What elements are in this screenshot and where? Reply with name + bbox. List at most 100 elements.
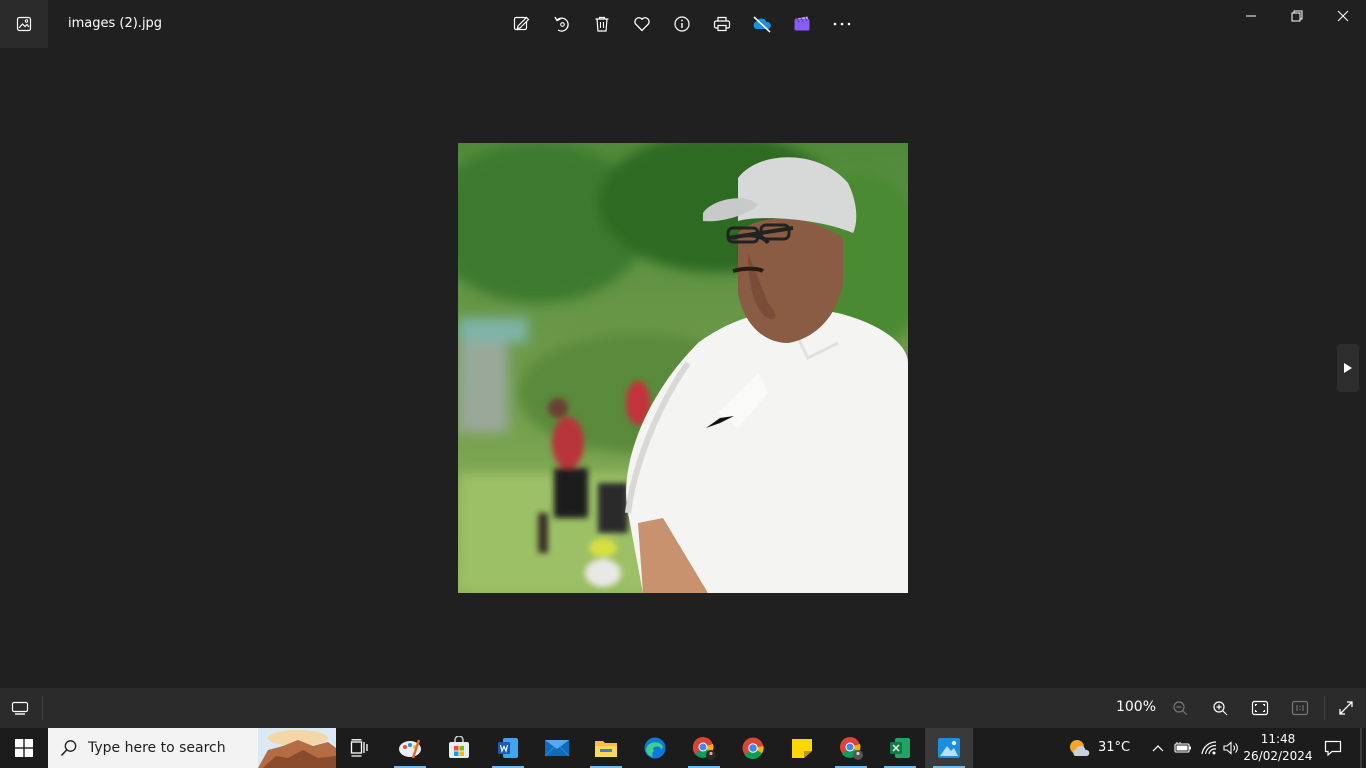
clock-date: 26/02/2024 — [1243, 749, 1313, 763]
photos-icon — [938, 738, 960, 758]
chevron-up-icon — [1152, 745, 1164, 752]
delete-button[interactable] — [582, 4, 622, 44]
play-right-icon — [1344, 363, 1352, 373]
folder-icon — [595, 741, 617, 757]
show-desktop-button[interactable] — [1360, 728, 1362, 768]
volume-button[interactable] — [1220, 728, 1242, 768]
zoom-level[interactable]: 100% — [1112, 699, 1160, 715]
print-button[interactable] — [702, 4, 742, 44]
zoom-in-icon — [1213, 701, 1228, 716]
clipchamp-icon — [794, 16, 810, 31]
search-icon — [60, 740, 77, 757]
taskbar-app-chrome-profile[interactable] — [680, 728, 728, 768]
minimize-button[interactable] — [1228, 0, 1274, 32]
actual-size-button[interactable] — [1280, 688, 1320, 728]
title-bar: images (2).jpg — [0, 0, 1366, 48]
clipchamp-button[interactable] — [782, 4, 822, 44]
edit-image-icon — [513, 16, 530, 31]
taskbar-app-chrome-profile-2[interactable] — [827, 728, 875, 768]
speaker-icon — [1223, 741, 1238, 755]
close-button[interactable] — [1320, 0, 1366, 32]
expand-icon — [1339, 701, 1353, 715]
mail-icon — [544, 740, 570, 757]
taskbar-app-excel[interactable] — [876, 728, 924, 768]
battery-charging-icon — [1174, 742, 1191, 753]
notifications-button[interactable] — [1318, 728, 1348, 768]
clock-time: 11:48 — [1260, 732, 1296, 746]
full-screen-button[interactable] — [1326, 688, 1366, 728]
taskbar-app-mail[interactable] — [533, 728, 581, 768]
close-icon — [1337, 10, 1349, 22]
show-hidden-icons-button[interactable] — [1148, 728, 1168, 768]
delete-icon — [595, 16, 609, 32]
chrome-icon — [742, 737, 764, 759]
taskbar-app-photos[interactable] — [925, 728, 973, 768]
next-image-button[interactable] — [1337, 344, 1359, 392]
taskbar-app-chrome[interactable] — [729, 728, 777, 768]
bottom-bar: 100% — [0, 688, 1366, 728]
info-button[interactable] — [662, 4, 702, 44]
taskbar-app-sticky-notes[interactable] — [778, 728, 826, 768]
word-icon — [498, 738, 518, 758]
photo-icon — [16, 16, 32, 32]
photo-image — [458, 143, 908, 593]
task-view-button[interactable] — [336, 728, 384, 768]
paint-icon — [399, 739, 421, 759]
rotate-button[interactable] — [542, 4, 582, 44]
restore-icon — [1291, 10, 1303, 22]
photos-app-window: images (2).jpg 100% — [0, 0, 1366, 728]
task-view-icon — [350, 739, 368, 757]
search-highlight-image — [258, 728, 336, 768]
filmstrip-icon — [11, 701, 29, 715]
onedrive-icon — [753, 16, 771, 33]
taskbar-app-microsoft-store[interactable] — [435, 728, 483, 768]
filmstrip-button[interactable] — [0, 688, 40, 728]
chrome-icon — [840, 737, 863, 760]
image-toolbar — [502, 4, 862, 44]
onedrive-button[interactable] — [742, 4, 782, 44]
zoom-out-icon — [1173, 701, 1188, 716]
window-controls — [1228, 0, 1366, 32]
zoom-in-button[interactable] — [1200, 688, 1240, 728]
favorite-button[interactable] — [622, 4, 662, 44]
taskbar-app-file-explorer[interactable] — [582, 728, 630, 768]
separator — [42, 696, 43, 720]
favorite-icon — [634, 17, 650, 32]
zoom-out-button[interactable] — [1160, 688, 1200, 728]
windows-logo-icon — [15, 739, 33, 757]
search-placeholder: Type here to search — [88, 740, 226, 756]
taskbar-app-edge[interactable] — [631, 728, 679, 768]
edit-image-button[interactable] — [502, 4, 542, 44]
taskbar-clock[interactable]: 11:48 26/02/2024 — [1240, 731, 1316, 765]
notification-icon — [1324, 740, 1342, 756]
network-button[interactable] — [1198, 728, 1220, 768]
more-icon — [833, 22, 851, 26]
battery-button[interactable] — [1172, 728, 1194, 768]
restore-button[interactable] — [1274, 0, 1320, 32]
sticky-notes-icon — [792, 739, 812, 758]
minimize-icon — [1246, 15, 1256, 17]
file-name-title: images (2).jpg — [68, 16, 163, 31]
fit-screen-icon — [1251, 700, 1269, 716]
wifi-icon — [1201, 741, 1217, 755]
more-options-button[interactable] — [822, 4, 862, 44]
taskbar-app-paint[interactable] — [386, 728, 434, 768]
excel-icon — [890, 738, 910, 758]
actual-size-icon — [1291, 700, 1309, 716]
weather-widget[interactable] — [1064, 728, 1094, 768]
taskbar-search-box[interactable]: Type here to search — [48, 728, 336, 768]
edge-icon — [644, 737, 666, 759]
windows-taskbar: Type here to search 31°C 11:48 26/02/202… — [0, 728, 1366, 768]
displayed-photo[interactable] — [458, 143, 908, 593]
photos-app-icon[interactable] — [0, 0, 48, 48]
print-icon — [713, 16, 731, 32]
info-icon — [674, 16, 690, 32]
start-button[interactable] — [0, 728, 48, 768]
weather-temperature[interactable]: 31°C — [1098, 740, 1130, 755]
chrome-icon — [692, 737, 716, 760]
fit-to-window-button[interactable] — [1240, 688, 1280, 728]
rotate-icon — [554, 16, 569, 32]
taskbar-app-word[interactable] — [484, 728, 532, 768]
separator — [1324, 696, 1325, 720]
microsoft-store-icon — [449, 736, 469, 758]
